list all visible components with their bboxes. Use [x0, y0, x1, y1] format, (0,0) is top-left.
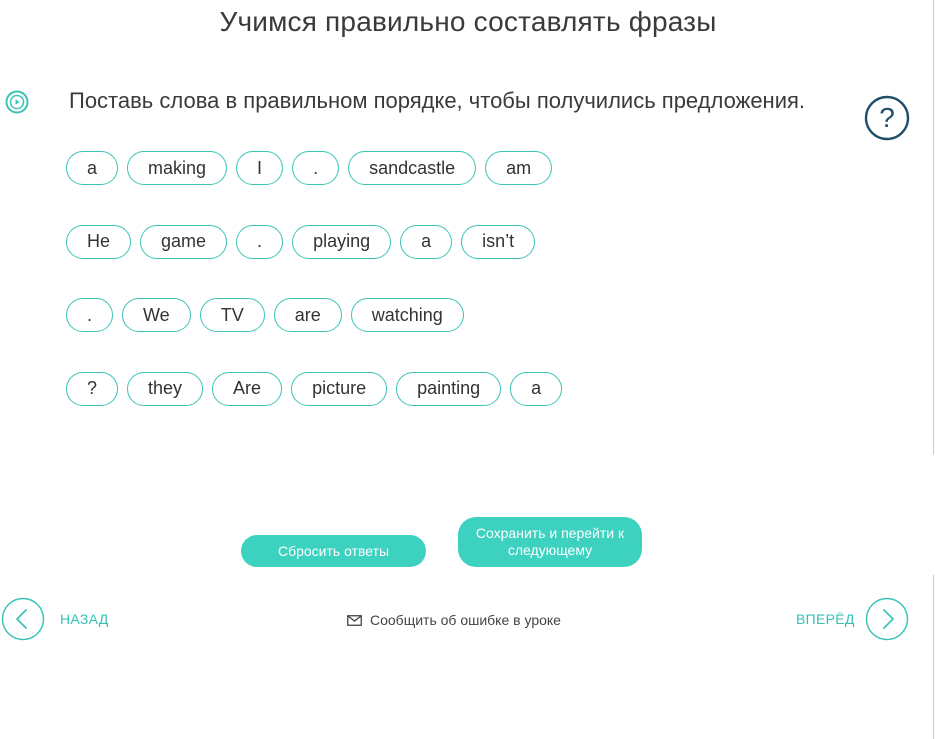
- word-chip[interactable]: sandcastle: [348, 151, 477, 185]
- word-chip[interactable]: .: [292, 151, 340, 185]
- sentence-row: ? they Are picture painting a: [66, 371, 571, 406]
- report-error-label: Сообщить об ошибке в уроке: [370, 612, 561, 628]
- back-link[interactable]: НАЗАД: [60, 611, 109, 627]
- word-chip[interactable]: .: [236, 224, 284, 259]
- report-error-link[interactable]: Сообщить об ошибке в уроке: [347, 612, 561, 628]
- word-chip[interactable]: making: [127, 151, 228, 185]
- mail-icon: [347, 614, 362, 626]
- word-chip[interactable]: they: [127, 371, 204, 406]
- save-and-next-button[interactable]: Сохранить и перейти к следующему: [458, 517, 642, 567]
- sentence-row: He game. playing a isn’t: [66, 224, 571, 259]
- svg-text:?: ?: [879, 102, 895, 133]
- right-edge-divider-lower: [933, 575, 934, 739]
- word-chip[interactable]: a: [400, 224, 453, 259]
- word-chip[interactable]: We: [122, 298, 191, 332]
- word-chip[interactable]: .: [66, 298, 114, 332]
- reset-answers-button[interactable]: Сбросить ответы: [241, 535, 426, 567]
- play-circle-icon[interactable]: [5, 90, 29, 114]
- forward-link[interactable]: ВПЕРЁД: [796, 611, 855, 627]
- word-chip[interactable]: am: [485, 151, 553, 185]
- word-chip[interactable]: a: [66, 151, 119, 185]
- task-instruction: Поставь слова в правильном порядке, чтоб…: [69, 88, 806, 113]
- page-title: Учимся правильно составлять фразы: [219, 6, 717, 37]
- word-chip[interactable]: game: [140, 224, 228, 259]
- word-chip[interactable]: He: [66, 224, 132, 259]
- word-chip[interactable]: a: [510, 371, 563, 406]
- word-chip[interactable]: painting: [396, 371, 502, 406]
- chevron-left-icon[interactable]: [1, 597, 45, 641]
- word-chip[interactable]: picture: [291, 371, 388, 406]
- word-chip[interactable]: are: [273, 298, 342, 332]
- word-chip[interactable]: I: [236, 151, 284, 185]
- word-chip[interactable]: playing: [292, 224, 392, 259]
- word-chip[interactable]: TV: [199, 298, 265, 332]
- word-chip[interactable]: isn’t: [461, 224, 536, 259]
- word-chip[interactable]: Are: [212, 371, 283, 406]
- right-edge-divider: [933, 0, 934, 455]
- sentence-row: . We TV are watching: [66, 298, 571, 332]
- word-chip[interactable]: ?: [66, 371, 119, 406]
- word-rows: a making I. sandcastle am He game. playing a isn’…: [66, 151, 571, 445]
- word-chip[interactable]: watching: [350, 298, 464, 332]
- question-circle-icon[interactable]: ?: [864, 95, 910, 141]
- sentence-row: a making I. sandcastle am: [66, 151, 571, 185]
- chevron-right-icon[interactable]: [865, 597, 909, 641]
